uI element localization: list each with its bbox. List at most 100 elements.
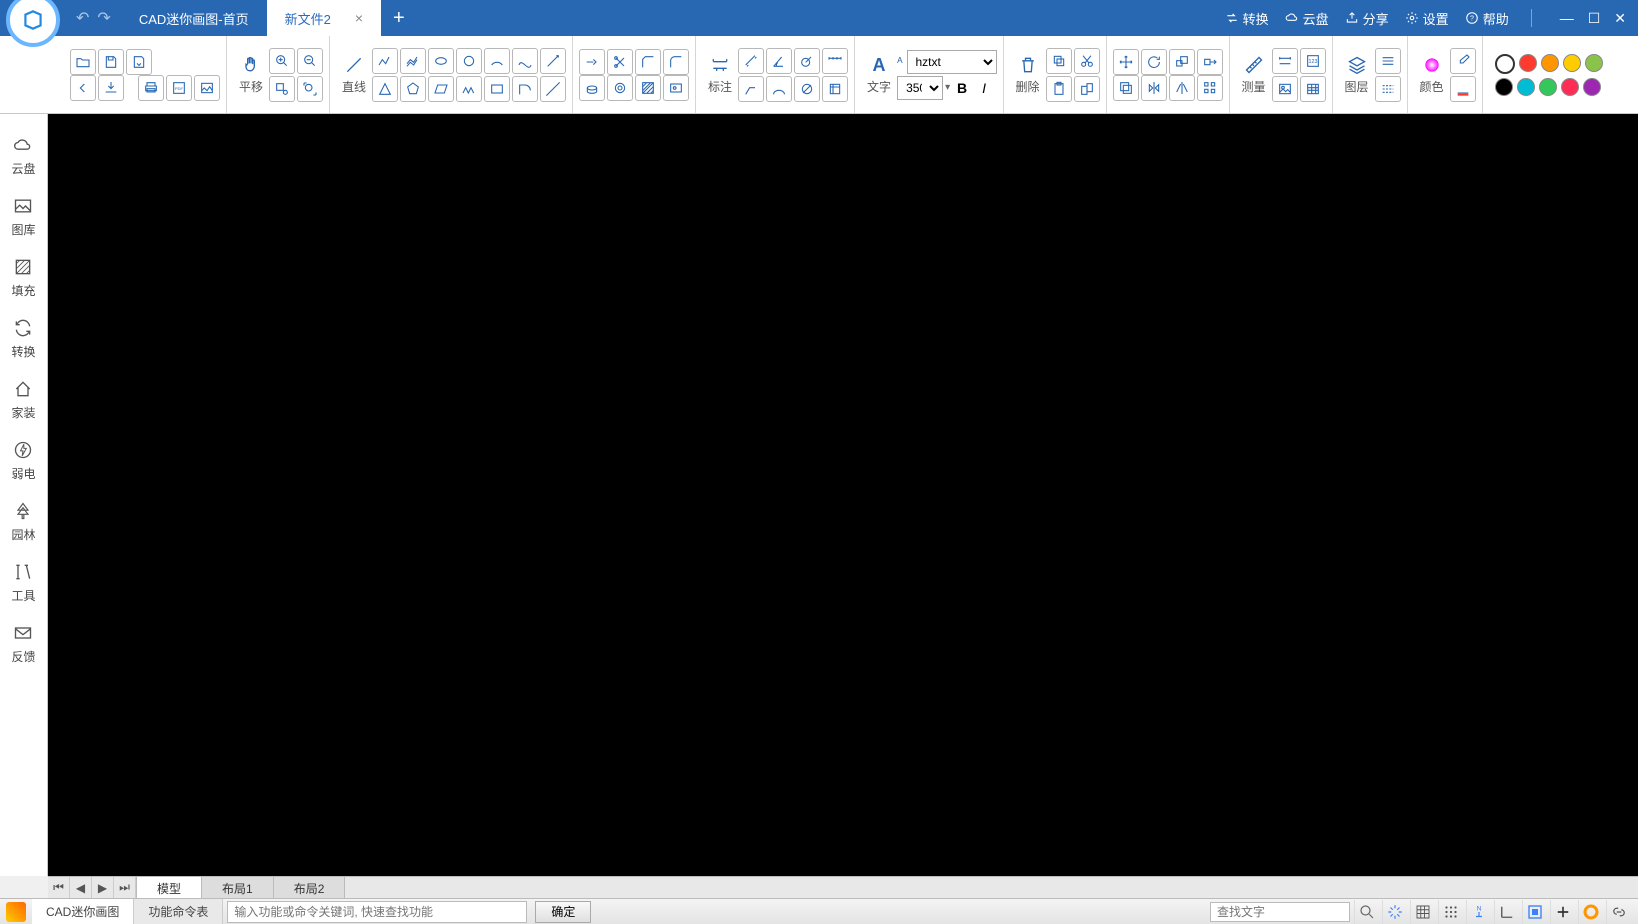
mirror2-button[interactable] [1169, 75, 1195, 101]
link-button[interactable] [1606, 900, 1630, 924]
eyedropper-button[interactable] [1450, 48, 1476, 74]
back-button[interactable] [70, 75, 96, 101]
copy-button[interactable] [1046, 48, 1072, 74]
text-icon[interactable]: A [868, 54, 890, 76]
layout-next-button[interactable]: ▶ [92, 877, 114, 898]
minimize-button[interactable]: — [1560, 10, 1574, 27]
zoom-extents-button[interactable] [297, 76, 323, 102]
layout-tab-1[interactable]: 布局1 [202, 877, 274, 898]
rectangle-button[interactable] [484, 76, 510, 102]
tab-home[interactable]: CAD迷你画图-首页 [121, 0, 267, 36]
linecolor-button[interactable] [1450, 76, 1476, 102]
snap-button[interactable] [1382, 900, 1406, 924]
fullscreen-button[interactable] [1522, 900, 1546, 924]
table-button[interactable] [1300, 76, 1326, 102]
grid-button[interactable] [1410, 900, 1434, 924]
sidebar-weak[interactable]: 弱电 [11, 439, 35, 482]
ellipse-button[interactable] [428, 48, 454, 74]
rotate-button[interactable] [1141, 49, 1167, 75]
door-button[interactable] [512, 76, 538, 102]
multiline-button[interactable] [400, 48, 426, 74]
zigzag-button[interactable] [456, 76, 482, 102]
print-button[interactable] [138, 75, 164, 101]
hatch-button[interactable] [635, 75, 661, 101]
ortho-x-button[interactable]: N [1466, 900, 1490, 924]
zoom-in-button[interactable] [269, 48, 295, 74]
sidebar-cloud[interactable]: 云盘 [11, 134, 35, 177]
layout-last-button[interactable]: ⏭ [114, 877, 136, 898]
close-button[interactable]: ✕ [1614, 10, 1626, 27]
region-button[interactable] [663, 75, 689, 101]
line-icon[interactable] [343, 54, 365, 76]
add-tab-button[interactable]: + [381, 7, 417, 30]
offset-button[interactable] [1113, 75, 1139, 101]
color-cyan[interactable] [1517, 78, 1535, 96]
layout-tab-model[interactable]: 模型 [137, 877, 202, 898]
pan-icon[interactable] [240, 54, 262, 76]
layout-tab-2[interactable]: 布局2 [274, 877, 346, 898]
dim-ordinate-button[interactable] [822, 76, 848, 102]
stretch-button[interactable] [1197, 49, 1223, 75]
measure-dist-button[interactable] [1272, 48, 1298, 74]
fillet-button[interactable] [663, 49, 689, 75]
search-button[interactable] [1354, 900, 1378, 924]
sidebar-home[interactable]: 家装 [11, 378, 35, 421]
command-input[interactable] [227, 901, 527, 923]
pdf-button[interactable]: PDF [166, 75, 192, 101]
drawing-canvas[interactable] [48, 114, 1638, 876]
sidebar-convert[interactable]: 转换 [11, 317, 35, 360]
pentagon-button[interactable] [400, 76, 426, 102]
color-green[interactable] [1539, 78, 1557, 96]
save-button[interactable] [98, 49, 124, 75]
color-orange[interactable] [1541, 54, 1559, 72]
lines2-button[interactable] [1375, 76, 1401, 102]
dim-arc-button[interactable] [766, 76, 792, 102]
sidebar-tools[interactable]: 工具 [11, 561, 35, 604]
color-yellow[interactable] [1563, 54, 1581, 72]
trim-end-button[interactable] [579, 49, 605, 75]
lines-button[interactable] [1375, 48, 1401, 74]
zoom-out-button[interactable] [297, 48, 323, 74]
menu-share[interactable]: 分享 [1345, 9, 1389, 28]
search-input[interactable] [1210, 902, 1350, 922]
measure-num-button[interactable]: 123 [1300, 48, 1326, 74]
status-functable[interactable]: 功能命令表 [134, 899, 223, 924]
revolve-button[interactable] [579, 75, 605, 101]
sidebar-fill[interactable]: 填充 [11, 256, 35, 299]
bold-button[interactable]: B [952, 80, 972, 96]
array-button[interactable] [1197, 75, 1223, 101]
ring-button[interactable] [607, 75, 633, 101]
measure-icon[interactable] [1243, 54, 1265, 76]
tab-active-file[interactable]: 新文件2 × [267, 0, 381, 36]
color-outline[interactable] [1495, 54, 1515, 74]
color-red[interactable] [1519, 54, 1537, 72]
redo-icon[interactable]: ↷ [97, 8, 110, 28]
parallelogram-button[interactable] [428, 76, 454, 102]
font-select[interactable]: hztxt [907, 50, 997, 74]
insert-image-button[interactable] [1272, 76, 1298, 102]
color-purple[interactable] [1583, 78, 1601, 96]
color-wheel-icon[interactable] [1421, 54, 1443, 76]
ortho-button[interactable] [1494, 900, 1518, 924]
paste-block-button[interactable] [1074, 76, 1100, 102]
export-button[interactable] [98, 75, 124, 101]
mirror-button[interactable] [1141, 75, 1167, 101]
add-status-button[interactable] [1550, 900, 1574, 924]
circle-button[interactable] [456, 48, 482, 74]
paste-button[interactable] [1046, 76, 1072, 102]
dim-continue-button[interactable] [822, 48, 848, 74]
sidebar-feedback[interactable]: 反馈 [11, 622, 35, 665]
arc-button[interactable] [484, 48, 510, 74]
menu-settings[interactable]: 设置 [1405, 9, 1449, 28]
polyline-button[interactable] [372, 48, 398, 74]
spline-button[interactable] [512, 48, 538, 74]
chamfer-button[interactable] [635, 49, 661, 75]
undo-icon[interactable]: ↶ [76, 8, 89, 28]
leader-button[interactable] [738, 76, 764, 102]
menu-convert[interactable]: 转换 [1225, 9, 1269, 28]
menu-help[interactable]: ? 帮助 [1465, 9, 1509, 28]
dim-diameter-button[interactable] [794, 76, 820, 102]
colorwheel-status-button[interactable] [1578, 900, 1602, 924]
scale-button[interactable] [1169, 49, 1195, 75]
layer-icon[interactable] [1346, 54, 1368, 76]
